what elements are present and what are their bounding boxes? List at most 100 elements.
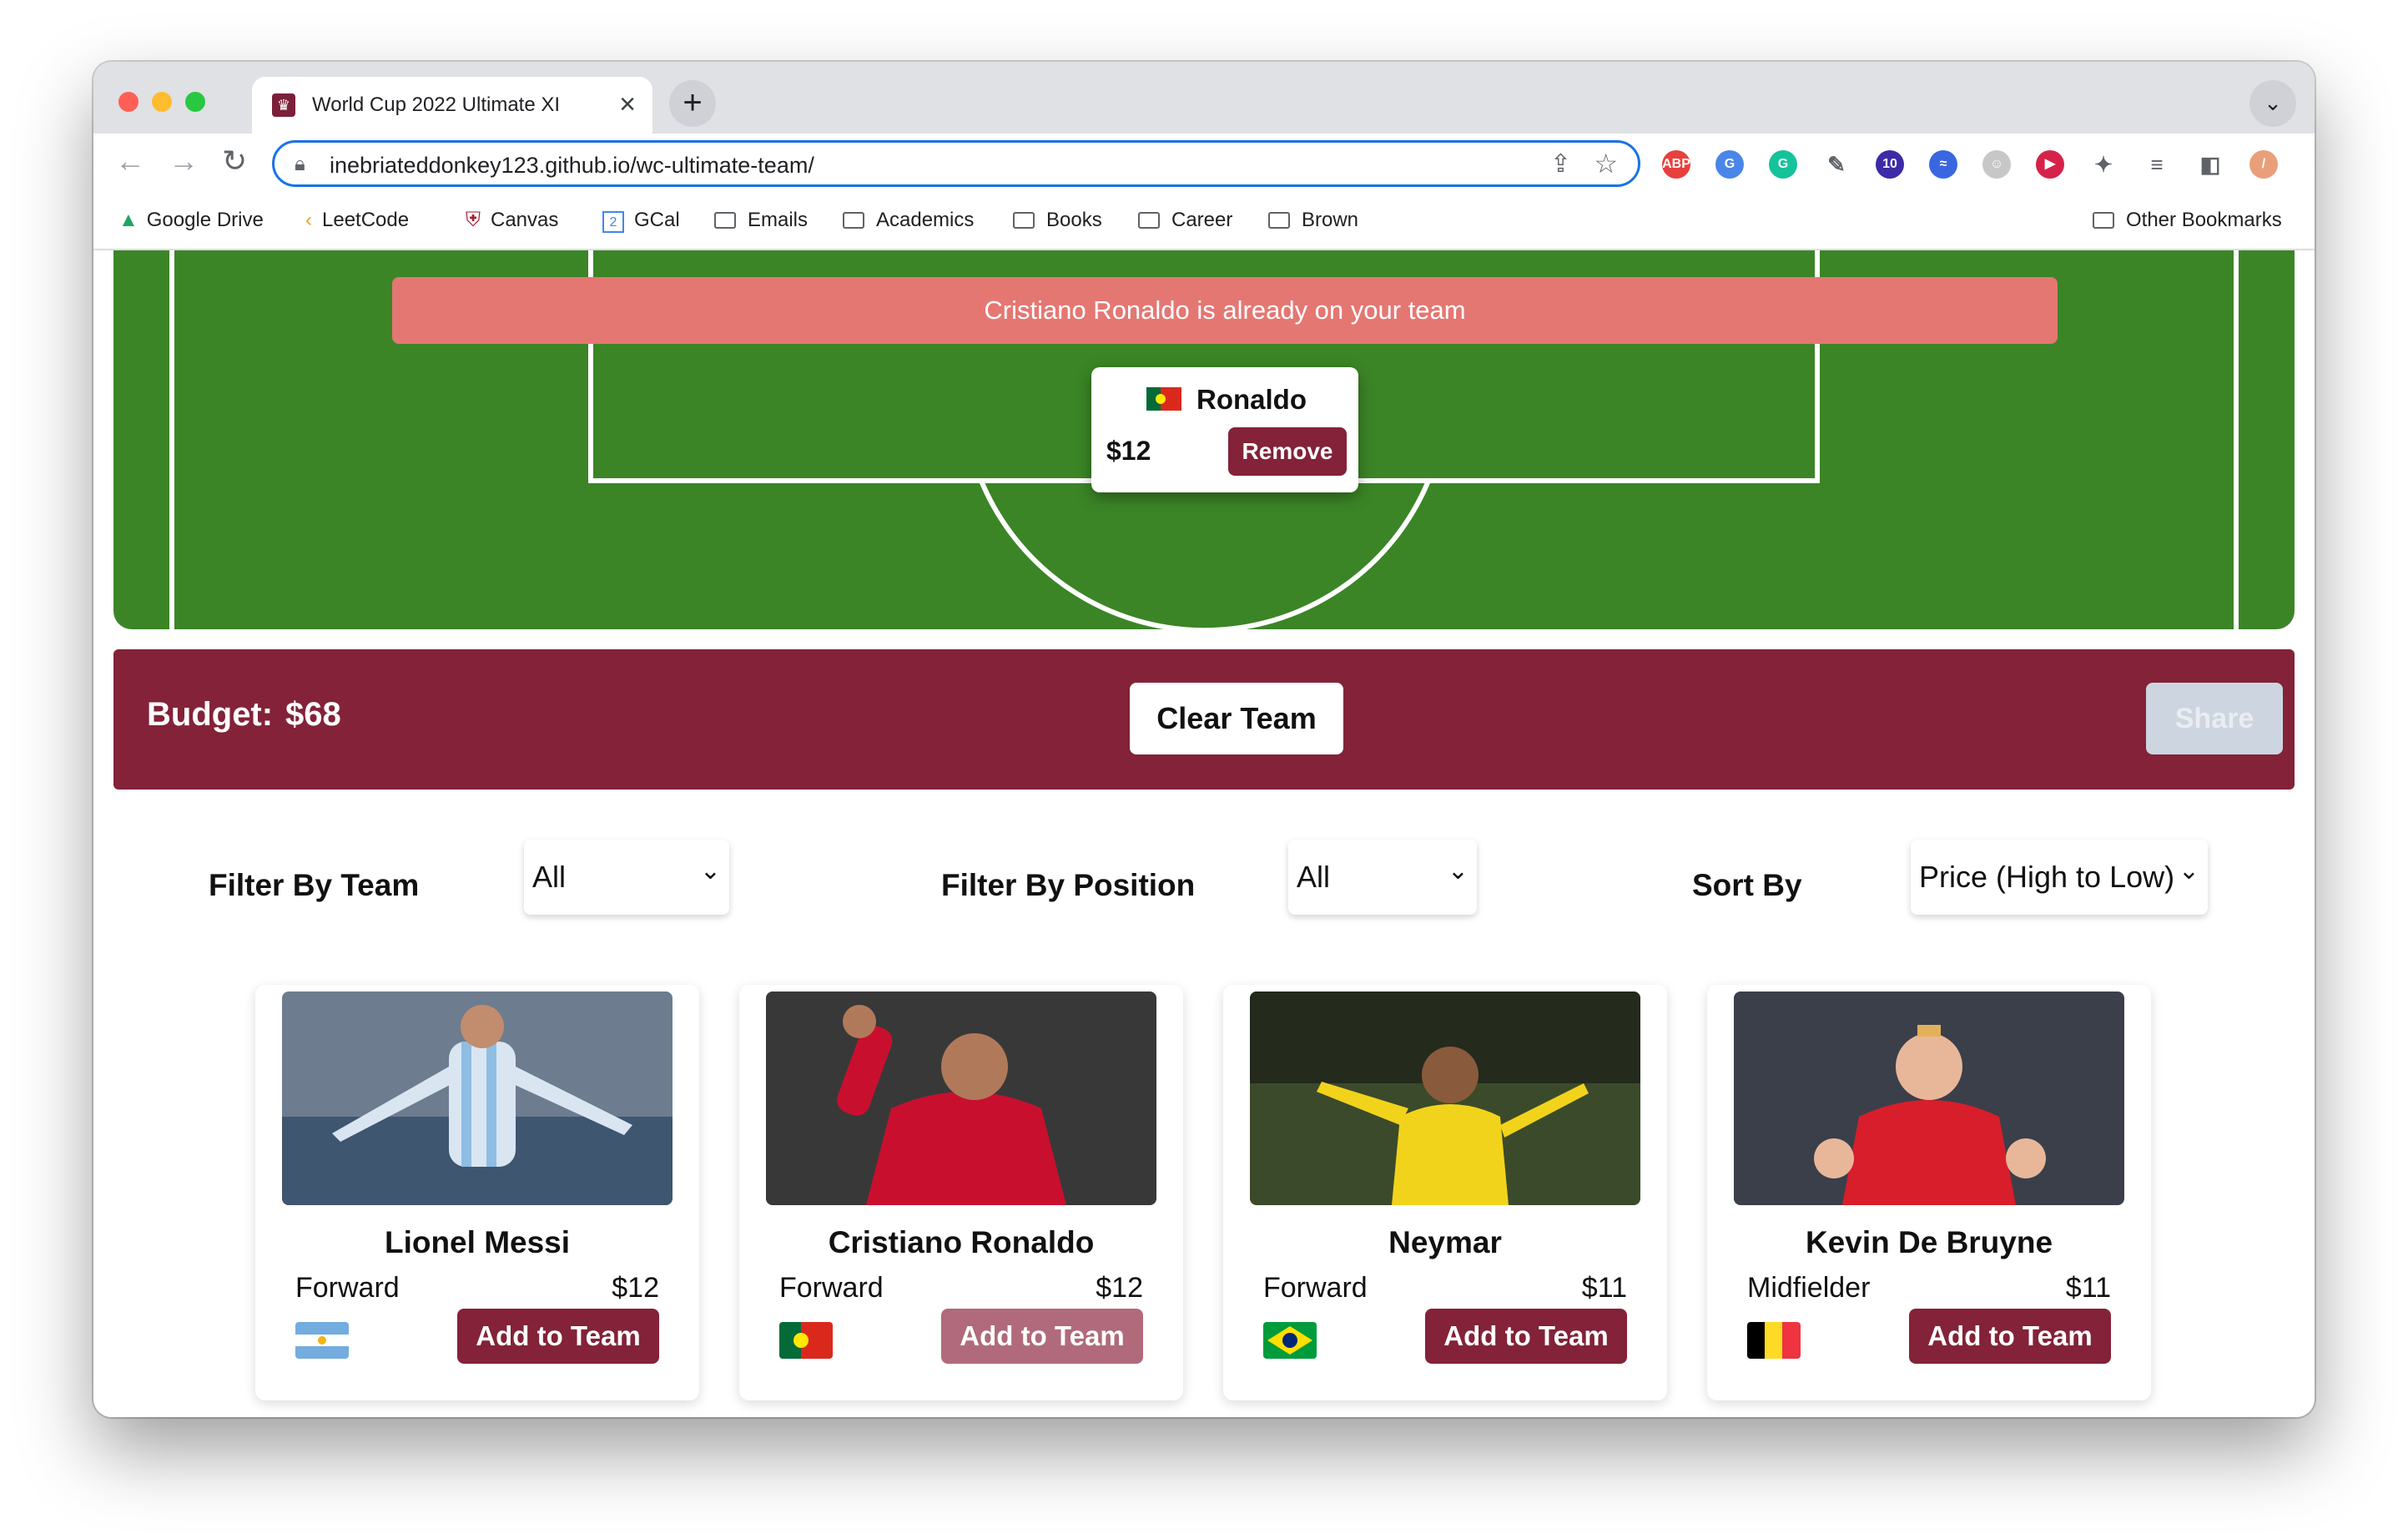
folder-icon: [1138, 212, 1160, 229]
add-to-team-button[interactable]: Add to Team: [1909, 1309, 2111, 1364]
player-position: Forward: [779, 1272, 884, 1304]
translate-icon[interactable]: G: [1715, 150, 1744, 179]
lock-icon: 🔒︎: [295, 153, 305, 175]
bookmark-books[interactable]: Books: [1013, 209, 1102, 232]
page-content: Cristiano Ronaldo is already on your tea…: [93, 250, 2315, 1417]
ghost-icon[interactable]: ☺: [1982, 150, 2011, 179]
browser-toolbar: ← → ↻ 🔒︎ inebriateddonkey123.github.io/w…: [93, 134, 2315, 195]
chevron-down-icon: ⌄: [699, 857, 721, 885]
google-drive-icon: ▲: [118, 209, 139, 231]
bookmark-emails[interactable]: Emails: [714, 209, 808, 232]
forward-icon[interactable]: →: [169, 144, 199, 179]
selected-player-name: Ronaldo: [1196, 384, 1307, 415]
record-icon[interactable]: ▶: [2036, 150, 2064, 179]
team-filter-select[interactable]: All ⌄: [524, 840, 729, 915]
player-position: Forward: [295, 1272, 400, 1304]
budget-value: $68: [285, 696, 341, 733]
bookmark-other[interactable]: Other Bookmarks: [2093, 209, 2282, 232]
team-filter-value: All: [532, 860, 567, 894]
bookmark-label: Academics: [876, 209, 975, 231]
remove-button[interactable]: Remove: [1228, 427, 1347, 476]
selected-player-card: Ronaldo $12 Remove: [1091, 367, 1358, 492]
budget-bar: Budget: $68 Clear Team Share: [113, 649, 2295, 790]
folder-icon: [2093, 212, 2114, 229]
brazil-flag-icon: [1263, 1322, 1317, 1359]
tab-search-button[interactable]: ⌄: [2249, 80, 2296, 127]
player-price: $11: [2065, 1272, 2111, 1304]
tab-bar: ♛ World Cup 2022 Ultimate XI × + ⌄: [93, 62, 2315, 134]
player-photo: [282, 992, 673, 1205]
close-window-button[interactable]: [118, 92, 139, 112]
bookmark-label: GCal: [634, 209, 680, 231]
player-name: Kevin De Bruyne: [1805, 1225, 2053, 1259]
reload-icon[interactable]: ↻: [222, 144, 247, 179]
world-cup-favicon-icon: ♛: [272, 93, 295, 117]
folder-icon: [843, 212, 864, 229]
address-bar[interactable]: 🔒︎ inebriateddonkey123.github.io/wc-ulti…: [272, 140, 1640, 187]
sort-by-label: Sort By: [1692, 868, 1802, 902]
portugal-flag-icon: [1146, 387, 1181, 411]
bookmark-label: Career: [1171, 209, 1233, 231]
maximize-window-button[interactable]: [185, 92, 205, 112]
bookmark-star-icon[interactable]: ☆: [1594, 148, 1618, 179]
sidepanel-icon[interactable]: ◧: [2196, 150, 2224, 179]
bookmark-label: Canvas: [491, 209, 559, 231]
minimize-window-button[interactable]: [152, 92, 172, 112]
error-alert: Cristiano Ronaldo is already on your tea…: [392, 277, 2058, 344]
url-text[interactable]: inebriateddonkey123.github.io/wc-ultimat…: [330, 153, 814, 179]
calendar-icon: 2: [602, 211, 624, 233]
bookmark-gcal[interactable]: 2 GCal: [602, 209, 680, 233]
menu-icon[interactable]: ⋮: [2303, 150, 2315, 179]
position-filter-select[interactable]: All ⌄: [1288, 840, 1477, 915]
puzzle-icon[interactable]: ✦: [2089, 150, 2118, 179]
player-position: Forward: [1263, 1272, 1368, 1304]
player-name: Lionel Messi: [384, 1225, 571, 1259]
player-photo: [766, 992, 1156, 1205]
add-to-team-button[interactable]: Add to Team: [941, 1309, 1143, 1364]
grammarly-icon[interactable]: G: [1769, 150, 1797, 179]
bookmark-career[interactable]: Career: [1138, 209, 1232, 232]
scholar-icon[interactable]: 10: [1876, 150, 1904, 179]
bookmark-brown[interactable]: Brown: [1268, 209, 1358, 232]
pitch: Cristiano Ronaldo is already on your tea…: [113, 250, 2295, 629]
player-price: $12: [1096, 1272, 1143, 1304]
bookmark-label: Google Drive: [146, 209, 264, 231]
adblock-icon[interactable]: ABP: [1662, 150, 1690, 179]
player-photo: [1734, 992, 2124, 1205]
belgium-flag-icon: [1747, 1322, 1801, 1359]
new-tab-button[interactable]: +: [669, 80, 716, 127]
playlist-icon[interactable]: ≡: [2143, 150, 2171, 179]
add-to-team-button[interactable]: Add to Team: [457, 1309, 659, 1364]
tab-world-cup[interactable]: ♛ World Cup 2022 Ultimate XI ×: [252, 77, 652, 134]
eyedropper-icon[interactable]: ✎: [1822, 150, 1851, 179]
share-icon[interactable]: ⇪: [1550, 149, 1571, 179]
portugal-flag-icon: [779, 1322, 833, 1359]
player-card: Neymar Forward $11 Add to Team: [1223, 985, 1667, 1400]
position-filter-value: All: [1297, 860, 1331, 894]
bookmark-canvas[interactable]: ⛨ Canvas: [466, 209, 558, 232]
profile-icon[interactable]: /: [2249, 150, 2278, 179]
bookmark-academics[interactable]: Academics: [843, 209, 974, 232]
back-icon[interactable]: ←: [115, 144, 145, 179]
bookmark-label: Other Bookmarks: [2126, 209, 2282, 231]
wave-icon[interactable]: ≈: [1929, 150, 1957, 179]
tab-title: World Cup 2022 Ultimate XI: [312, 93, 561, 116]
bookmark-label: Brown: [1302, 209, 1359, 231]
folder-icon: [1268, 212, 1290, 229]
bookmark-google-drive[interactable]: ▲ Google Drive: [118, 209, 264, 232]
share-button[interactable]: Share: [2146, 683, 2283, 754]
player-price: $11: [1581, 1272, 1627, 1304]
add-to-team-button[interactable]: Add to Team: [1425, 1309, 1627, 1364]
bookmark-label: LeetCode: [322, 209, 410, 231]
leetcode-icon: ‹: [305, 209, 312, 231]
player-price: $12: [612, 1272, 659, 1304]
selected-player-price: $12: [1106, 436, 1151, 466]
bookmarks-bar: ▲ Google Drive ‹ LeetCode ⛨ Canvas 2 GCal Em…: [93, 195, 2315, 250]
player-photo: [1250, 992, 1640, 1205]
bookmark-leetcode[interactable]: ‹ LeetCode: [305, 209, 409, 232]
sort-select[interactable]: Price (High to Low) ⌄: [1911, 840, 2208, 915]
tab-close-icon[interactable]: ×: [619, 88, 636, 121]
player-card: Kevin De Bruyne Midfielder $11 Add to Te…: [1707, 985, 2151, 1400]
clear-team-button[interactable]: Clear Team: [1130, 683, 1343, 754]
bookmark-label: Books: [1046, 209, 1102, 231]
